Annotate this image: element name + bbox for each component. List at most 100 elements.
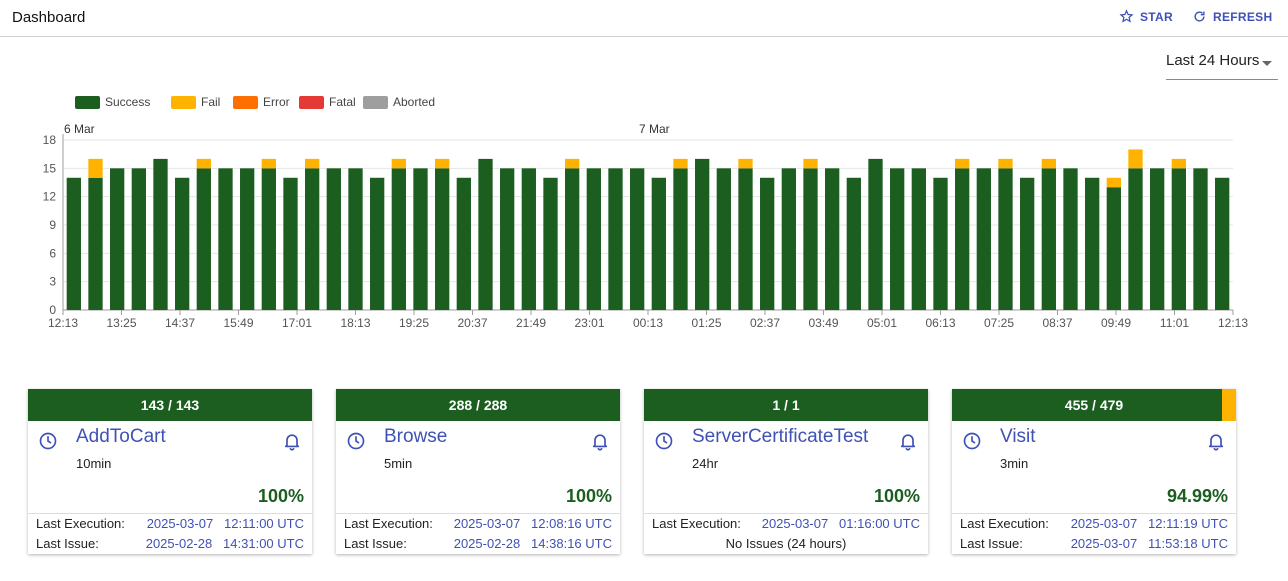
test-interval: 10min: [76, 456, 112, 471]
x-tick-label: 11:01: [1160, 316, 1189, 330]
bar-fail: [565, 158, 580, 169]
bar-success: [478, 158, 493, 310]
bar-success: [1171, 168, 1186, 310]
clock-icon: [655, 432, 673, 450]
bar-success: [305, 168, 320, 310]
success-percent: 100%: [873, 486, 920, 506]
last-execution-label: Last Execution:: [652, 516, 741, 531]
y-tick-label: 0: [49, 303, 56, 317]
y-tick-label: 9: [49, 218, 56, 232]
last-execution-label: Last Execution:: [960, 516, 1049, 531]
x-tick-label: 09:49: [1101, 316, 1131, 330]
bar-success: [890, 168, 905, 310]
bar-fail: [1171, 158, 1186, 169]
last-issue-row: Last Issue: 2025-02-28 14:31:00 UTC: [36, 536, 304, 554]
bar-fail: [305, 158, 320, 169]
y-tick-label: 18: [43, 133, 57, 147]
bar-success: [153, 158, 168, 310]
success-percent: 100%: [565, 486, 612, 506]
x-tick-label: 21:49: [516, 316, 546, 330]
bar-success: [110, 168, 125, 310]
results-chart: Success Fail Error Fatal Aborted6 Mar 7 Mar03…: [43, 95, 1249, 330]
bar-fail: [1106, 177, 1121, 188]
y-tick-label: 15: [43, 161, 57, 175]
legend-swatch: [233, 96, 258, 109]
bar-fail: [435, 158, 450, 169]
bar-success: [218, 168, 233, 310]
bar-success: [998, 168, 1013, 310]
bar-fail: [196, 158, 211, 169]
bar-success: [738, 168, 753, 310]
x-tick-label: 18:13: [340, 316, 370, 330]
success-ratio-text: 1 / 1: [772, 397, 800, 413]
bar-success: [1150, 168, 1165, 310]
bell-icon[interactable]: [1206, 431, 1226, 451]
divider: [644, 513, 928, 514]
last-issue-value: 2025-02-28 14:38:16 UTC: [453, 536, 612, 551]
bar-success: [261, 168, 276, 310]
legend-swatch: [299, 96, 324, 109]
bar-success: [933, 177, 948, 310]
y-tick-label: 6: [49, 246, 56, 260]
bar-success: [976, 168, 991, 310]
test-name-link[interactable]: Browse: [384, 426, 447, 448]
bell-icon[interactable]: [898, 431, 918, 451]
bell-icon[interactable]: [590, 431, 610, 451]
success-ratio-bar: 143 / 143: [28, 389, 312, 421]
last-issue-value: 2025-02-28 14:31:00 UTC: [145, 536, 304, 551]
top-bar: Dashboard STAR REFRESH: [0, 0, 1288, 37]
test-card[interactable]: 143 / 143 AddToCart 10min 100% Last Executio…: [28, 389, 312, 554]
bar-success: [868, 158, 883, 310]
test-name-link[interactable]: Visit: [1000, 426, 1036, 448]
refresh-button[interactable]: REFRESH: [1192, 9, 1272, 24]
bar-success: [88, 177, 103, 310]
bar-success: [391, 168, 406, 310]
last-execution-row: Last Execution: 2025-03-07 12:11:00 UTC: [36, 516, 304, 534]
star-button[interactable]: STAR: [1119, 9, 1173, 24]
bar-success: [175, 177, 190, 310]
x-tick-label: 19:25: [399, 316, 429, 330]
test-name-link[interactable]: ServerCertificateTest: [692, 426, 868, 448]
success-ratio-bar: 1 / 1: [644, 389, 928, 421]
bell-icon[interactable]: [282, 431, 302, 451]
test-name-link[interactable]: AddToCart: [76, 426, 166, 448]
bar-success: [240, 168, 255, 310]
chevron-down-icon: [1262, 61, 1272, 66]
legend-swatch: [75, 96, 100, 109]
bar-success: [1085, 177, 1100, 310]
bar-success: [911, 168, 926, 310]
test-card[interactable]: 455 / 479 Visit 3min 94.99% Last Execution: 2…: [952, 389, 1236, 554]
last-execution-value: 2025-03-07 01:16:00 UTC: [761, 516, 920, 531]
bar-fail: [955, 158, 970, 169]
success-ratio-text: 288 / 288: [448, 397, 508, 413]
last-execution-row: Last Execution: 2025-03-07 12:11:19 UTC: [960, 516, 1228, 534]
legend-label: Aborted: [393, 95, 435, 109]
last-issue-row: Last Issue: 2025-03-07 11:53:18 UTC: [960, 536, 1228, 554]
bar-success: [630, 168, 645, 310]
bar-success: [781, 168, 796, 310]
time-range-select[interactable]: Last 24 Hours: [1166, 46, 1278, 80]
success-percent: 94.99%: [1166, 486, 1228, 506]
test-card[interactable]: 288 / 288 Browse 5min 100% Last Execution: 20…: [336, 389, 620, 554]
bar-success: [673, 168, 688, 310]
divider: [28, 513, 312, 514]
bar-success: [456, 177, 471, 310]
test-card[interactable]: 1 / 1 ServerCertificateTest 24hr 100% Last E…: [644, 389, 928, 554]
refresh-icon: [1194, 11, 1205, 22]
bar-success: [760, 177, 775, 310]
x-tick-label: 15:49: [223, 316, 253, 330]
star-label: STAR: [1140, 9, 1173, 24]
bar-fail: [803, 158, 818, 169]
bar-success: [500, 168, 515, 310]
x-tick-label: 07:25: [984, 316, 1014, 330]
last-execution-value: 2025-03-07 12:11:00 UTC: [146, 516, 304, 531]
legend-label: Fatal: [329, 95, 356, 109]
bar-success: [1063, 168, 1078, 310]
bar-success: [1041, 168, 1056, 310]
x-tick-label: 14:37: [165, 316, 195, 330]
x-tick-label: 08:37: [1042, 316, 1072, 330]
legend-label: Success: [105, 95, 150, 109]
x-tick-label: 13:25: [106, 316, 136, 330]
legend-swatch: [363, 96, 388, 109]
last-issue-label: Last Issue:: [344, 536, 407, 551]
